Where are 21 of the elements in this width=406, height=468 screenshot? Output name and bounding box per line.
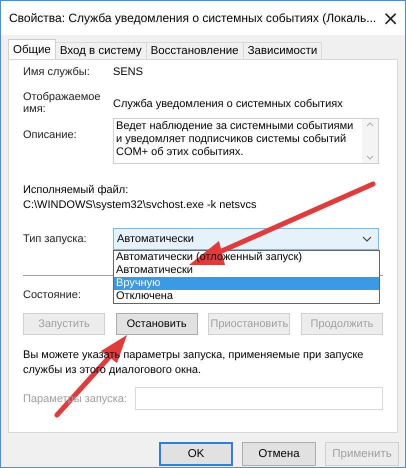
field-label: Имя службы: bbox=[23, 66, 91, 78]
field-value: SENS bbox=[113, 66, 143, 78]
field-label: Состояние: bbox=[23, 289, 82, 301]
dialog-button[interactable]: OK bbox=[159, 442, 233, 466]
startup-type-dropdown[interactable]: Автоматически bbox=[113, 228, 379, 250]
dropdown-option[interactable]: Отключена bbox=[114, 290, 379, 303]
description-text: Ведет наблюдение за системными событиями и уведомляет подписчиков системы событий COM+ об этих событиях. bbox=[115, 119, 354, 160]
field-label: Отображаемое имя: bbox=[23, 91, 102, 115]
service-button[interactable]: Остановить bbox=[116, 313, 198, 335]
window-title: Свойства: Служба уведомления о системных событиях (Локаль... bbox=[9, 11, 376, 25]
close-button[interactable]: × bbox=[376, 6, 405, 30]
field-value: C:\WINDOWS\system32\svchost.exe -k netsvcs bbox=[23, 199, 258, 211]
tab[interactable]: Вход в систему bbox=[54, 42, 147, 59]
field-label: Тип запуска: bbox=[23, 233, 88, 245]
field-label: Описание: bbox=[23, 129, 78, 141]
dropdown-option[interactable]: Автоматически bbox=[114, 264, 379, 277]
dialog-button[interactable]: Отмена bbox=[242, 442, 316, 466]
tab[interactable]: Зависимости bbox=[242, 42, 322, 59]
field-label: Исполняемый файл: bbox=[23, 184, 130, 196]
field-value: Служба уведомления о системных событиях bbox=[113, 98, 343, 110]
tab[interactable]: Общие bbox=[8, 39, 56, 59]
